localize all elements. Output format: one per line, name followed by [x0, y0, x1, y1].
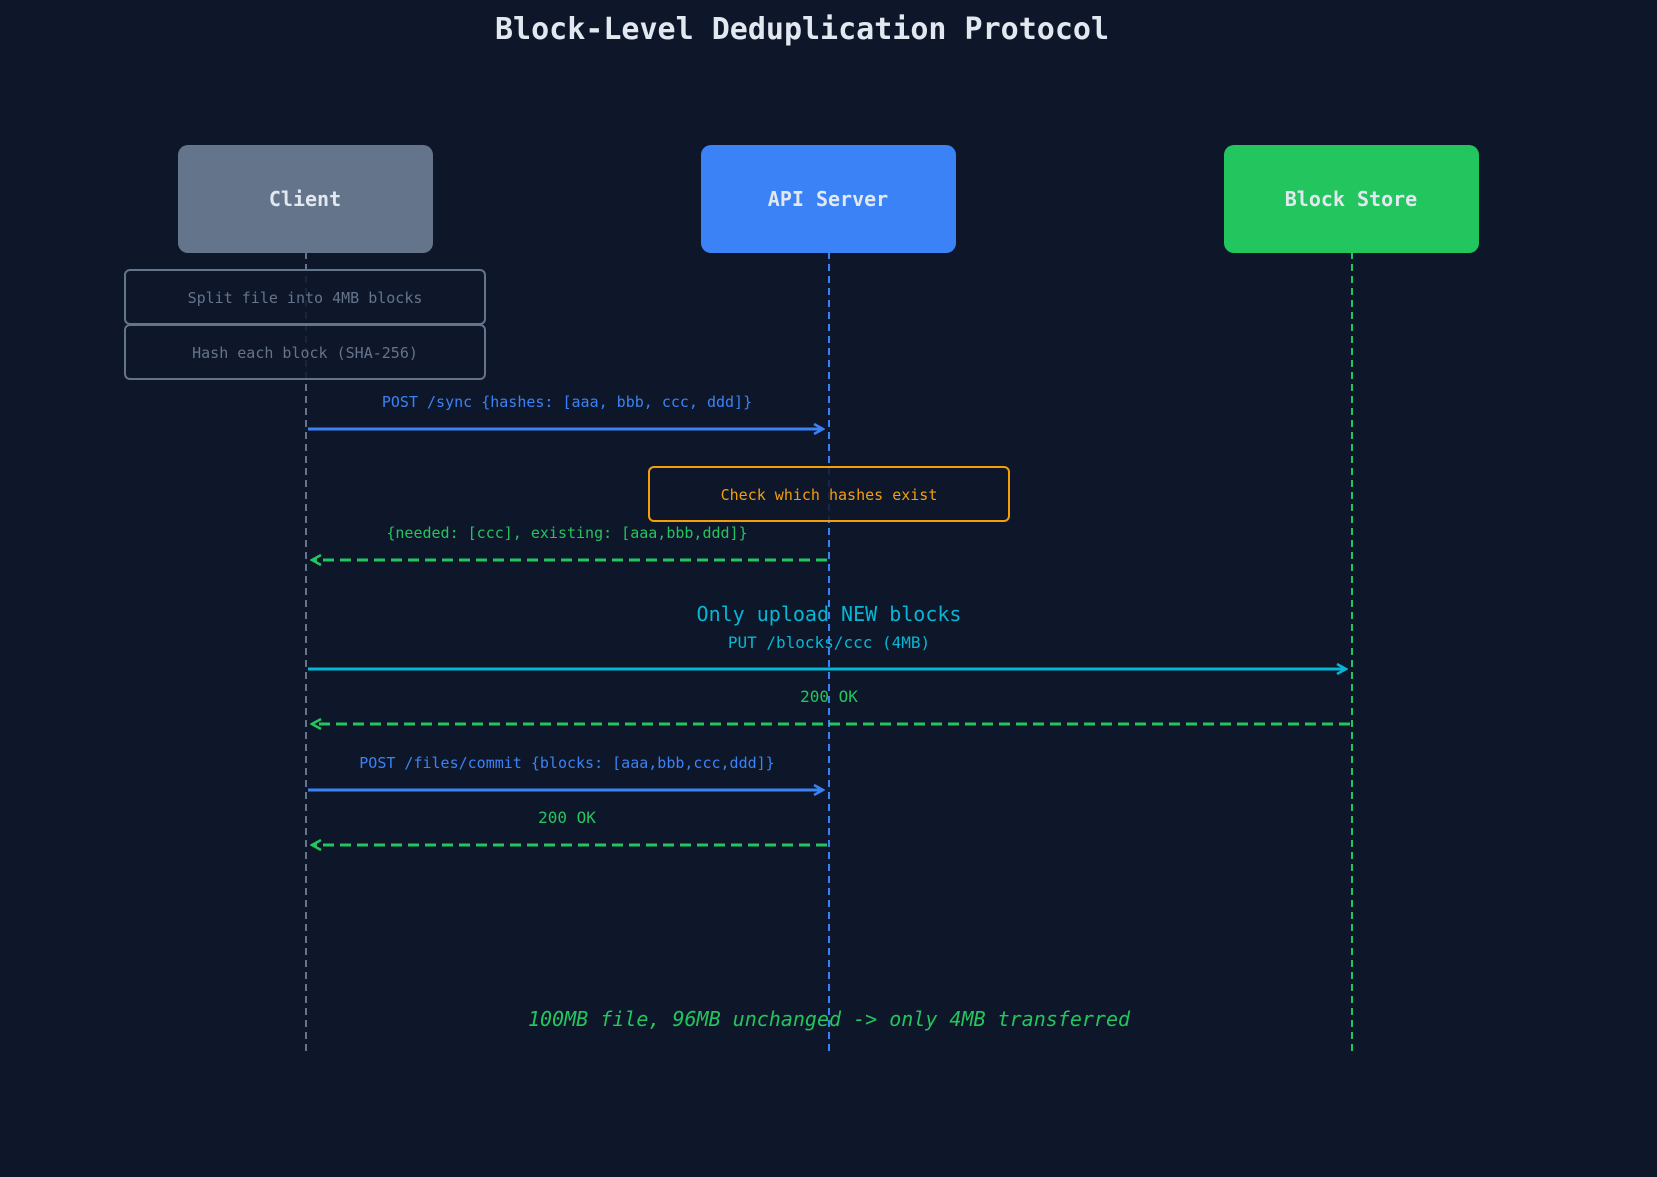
footer-summary: 100MB file, 96MB unchanged -> only 4MB t… — [528, 1007, 1131, 1031]
message-server-ok-label: 200 OK — [538, 808, 596, 827]
note-split-file-text: Split file into 4MB blocks — [188, 289, 423, 307]
message-commit-label: POST /files/commit {blocks: [aaa,bbb,ccc… — [359, 754, 774, 772]
participant-store-label: Block Store — [1285, 187, 1417, 211]
note-hash-blocks: Hash each block (SHA-256) — [124, 324, 486, 380]
message-put-block-label: PUT /blocks/ccc (4MB) — [728, 633, 930, 652]
participant-client: Client — [178, 145, 433, 253]
message-needed-label: {needed: [ccc], existing: [aaa,bbb,ddd]} — [386, 524, 747, 542]
note-check-hashes: Check which hashes exist — [648, 466, 1010, 522]
message-sync-label: POST /sync {hashes: [aaa, bbb, ccc, ddd]… — [382, 393, 752, 411]
diagram-canvas: Block-Level Deduplication Protocol Clien… — [124, 12, 1479, 1053]
diagram-title: Block-Level Deduplication Protocol — [495, 12, 1109, 47]
participant-client-label: Client — [269, 187, 341, 211]
message-store-ok-label: 200 OK — [800, 687, 858, 706]
note-split-file: Split file into 4MB blocks — [124, 269, 486, 325]
section-label: Only upload NEW blocks — [697, 602, 962, 626]
participant-server-label: API Server — [768, 187, 888, 211]
participant-api-server: API Server — [701, 145, 956, 253]
participant-block-store: Block Store — [1224, 145, 1479, 253]
sequence-diagram: Block-Level Deduplication Protocol Clien… — [0, 0, 1657, 1177]
note-check-hashes-text: Check which hashes exist — [721, 486, 938, 504]
note-hash-blocks-text: Hash each block (SHA-256) — [192, 344, 418, 362]
